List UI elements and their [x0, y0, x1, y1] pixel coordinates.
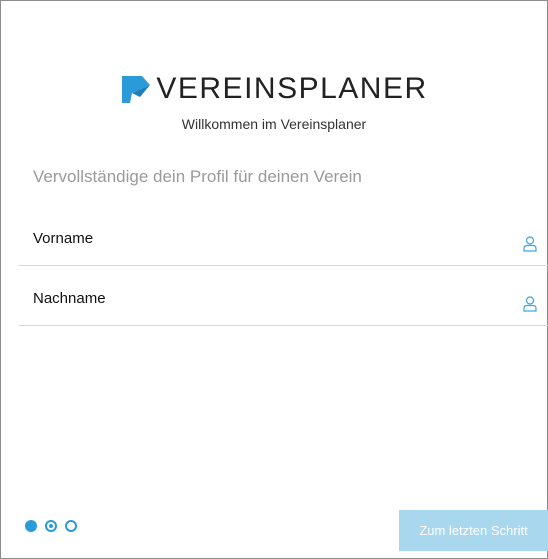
user-icon	[523, 296, 537, 312]
welcome-text: Willkommen im Vereinsplaner	[181, 116, 367, 132]
first-name-label: Vorname	[33, 230, 94, 247]
user-icon	[523, 236, 537, 252]
form-heading: Vervollständige dein Profil für deinen V…	[33, 167, 362, 186]
last-name-field[interactable]: Nachname	[19, 266, 548, 326]
step-dot-completed[interactable]	[25, 520, 37, 532]
next-step-button[interactable]: Zum letzten Schritt	[399, 510, 548, 551]
step-dot-upcoming[interactable]	[65, 520, 77, 532]
vereinsplaner-logo-icon	[122, 76, 151, 103]
registration-dialog: VEREINSPLANER Willkommen im Vereinsplane…	[0, 0, 548, 559]
brand-header: VEREINSPLANER	[1, 71, 547, 107]
step-dot-current[interactable]	[45, 520, 57, 532]
step-indicator	[25, 520, 77, 532]
last-name-label: Nachname	[33, 290, 106, 307]
first-name-field[interactable]: Vorname	[19, 206, 548, 266]
brand-name: VEREINSPLANER	[156, 72, 428, 105]
